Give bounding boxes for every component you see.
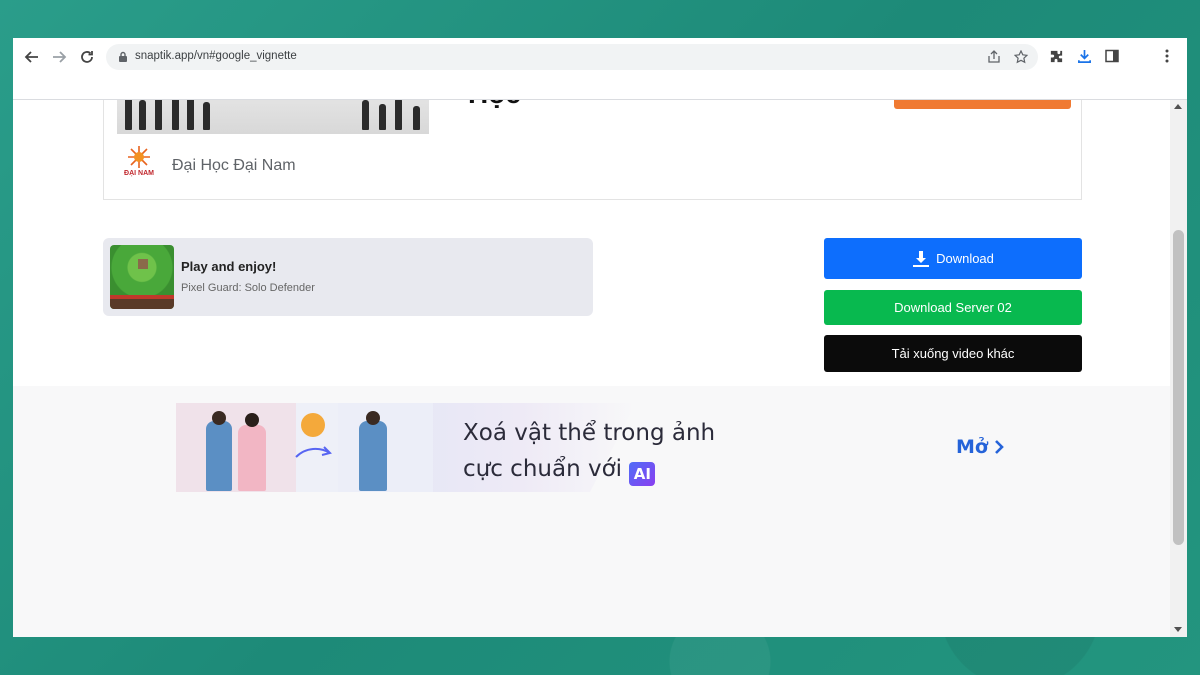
banner-section: Xoá vật thể trong ảnh cực chuẩn với AI M… bbox=[13, 386, 1170, 637]
web-page: Học ĐẠI NAM Đại Học Đại Nam bbox=[13, 100, 1170, 637]
browser-toolbar: snaptik.app/vn#google_vignette bbox=[13, 38, 1187, 100]
lock-icon bbox=[118, 50, 128, 68]
back-button[interactable] bbox=[21, 46, 43, 68]
ad-photo bbox=[117, 100, 429, 134]
ad-brand-name: Đại Học Đại Nam bbox=[172, 157, 296, 174]
logo-text: ĐẠI NAM bbox=[124, 170, 154, 177]
download-label: Download bbox=[936, 251, 994, 266]
forward-button[interactable] bbox=[48, 46, 70, 68]
browser-window: snaptik.app/vn#google_vignette ĐẠI NAM Đ… bbox=[13, 38, 1187, 637]
chevron-right-icon bbox=[995, 440, 1004, 454]
side-panel-icon[interactable] bbox=[1103, 47, 1121, 65]
university-logo: ĐẠI NAM bbox=[117, 146, 161, 186]
bookmark-star-icon[interactable] bbox=[1013, 49, 1029, 65]
menu-kebab-icon[interactable] bbox=[1158, 47, 1176, 65]
download-button[interactable]: Download bbox=[824, 238, 1082, 279]
download-other-video-label: Tải xuống video khác bbox=[891, 346, 1015, 361]
url-text: snaptik.app/vn#google_vignette bbox=[135, 50, 297, 62]
reload-button[interactable] bbox=[76, 46, 98, 68]
ad-cta-button[interactable] bbox=[894, 100, 1071, 109]
arrow-right-icon bbox=[295, 446, 332, 458]
forward-arrow-icon bbox=[53, 51, 67, 63]
scrollbar-thumb[interactable] bbox=[1173, 230, 1184, 545]
banner-open-label: Mở bbox=[956, 436, 988, 458]
address-bar[interactable]: snaptik.app/vn#google_vignette bbox=[106, 44, 1038, 70]
ai-badge: AI bbox=[629, 462, 656, 486]
reload-icon bbox=[81, 51, 93, 63]
back-arrow-icon bbox=[24, 51, 38, 63]
game-promo-title: Play and enjoy! bbox=[181, 259, 277, 274]
banner-line-2-text: cực chuẩn với bbox=[463, 456, 623, 482]
ai-promo-banner[interactable]: Xoá vật thể trong ảnh cực chuẩn với AI M… bbox=[176, 403, 1006, 492]
game-promo-card[interactable]: Play and enjoy! Pixel Guard: Solo Defend… bbox=[103, 238, 593, 316]
scroll-up-arrow-icon[interactable] bbox=[1174, 104, 1182, 109]
banner-open-link[interactable]: Mở bbox=[956, 436, 1006, 458]
downloads-icon[interactable] bbox=[1075, 47, 1093, 65]
sponsored-ad-card[interactable]: Học ĐẠI NAM Đại Học Đại Nam bbox=[103, 100, 1082, 200]
download-server-02-label: Download Server 02 bbox=[894, 300, 1012, 315]
scroll-down-arrow-icon[interactable] bbox=[1174, 627, 1182, 632]
sun-logo-icon bbox=[128, 146, 150, 168]
download-icon bbox=[912, 250, 930, 268]
share-icon[interactable] bbox=[986, 49, 1002, 65]
download-other-video-button[interactable]: Tải xuống video khác bbox=[824, 335, 1082, 372]
heart-eyes-emoji-icon bbox=[301, 413, 325, 437]
extensions-icon[interactable] bbox=[1047, 47, 1065, 65]
banner-line-2: cực chuẩn với AI bbox=[463, 451, 715, 487]
game-thumbnail bbox=[110, 245, 174, 309]
download-server-02-button[interactable]: Download Server 02 bbox=[824, 290, 1082, 325]
banner-headline: Xoá vật thể trong ảnh cực chuẩn với AI bbox=[463, 415, 715, 487]
ad-title: Học bbox=[468, 100, 521, 108]
page-scrollbar[interactable] bbox=[1170, 100, 1187, 637]
game-promo-subtitle: Pixel Guard: Solo Defender bbox=[181, 282, 315, 294]
banner-line-1: Xoá vật thể trong ảnh bbox=[463, 420, 716, 446]
